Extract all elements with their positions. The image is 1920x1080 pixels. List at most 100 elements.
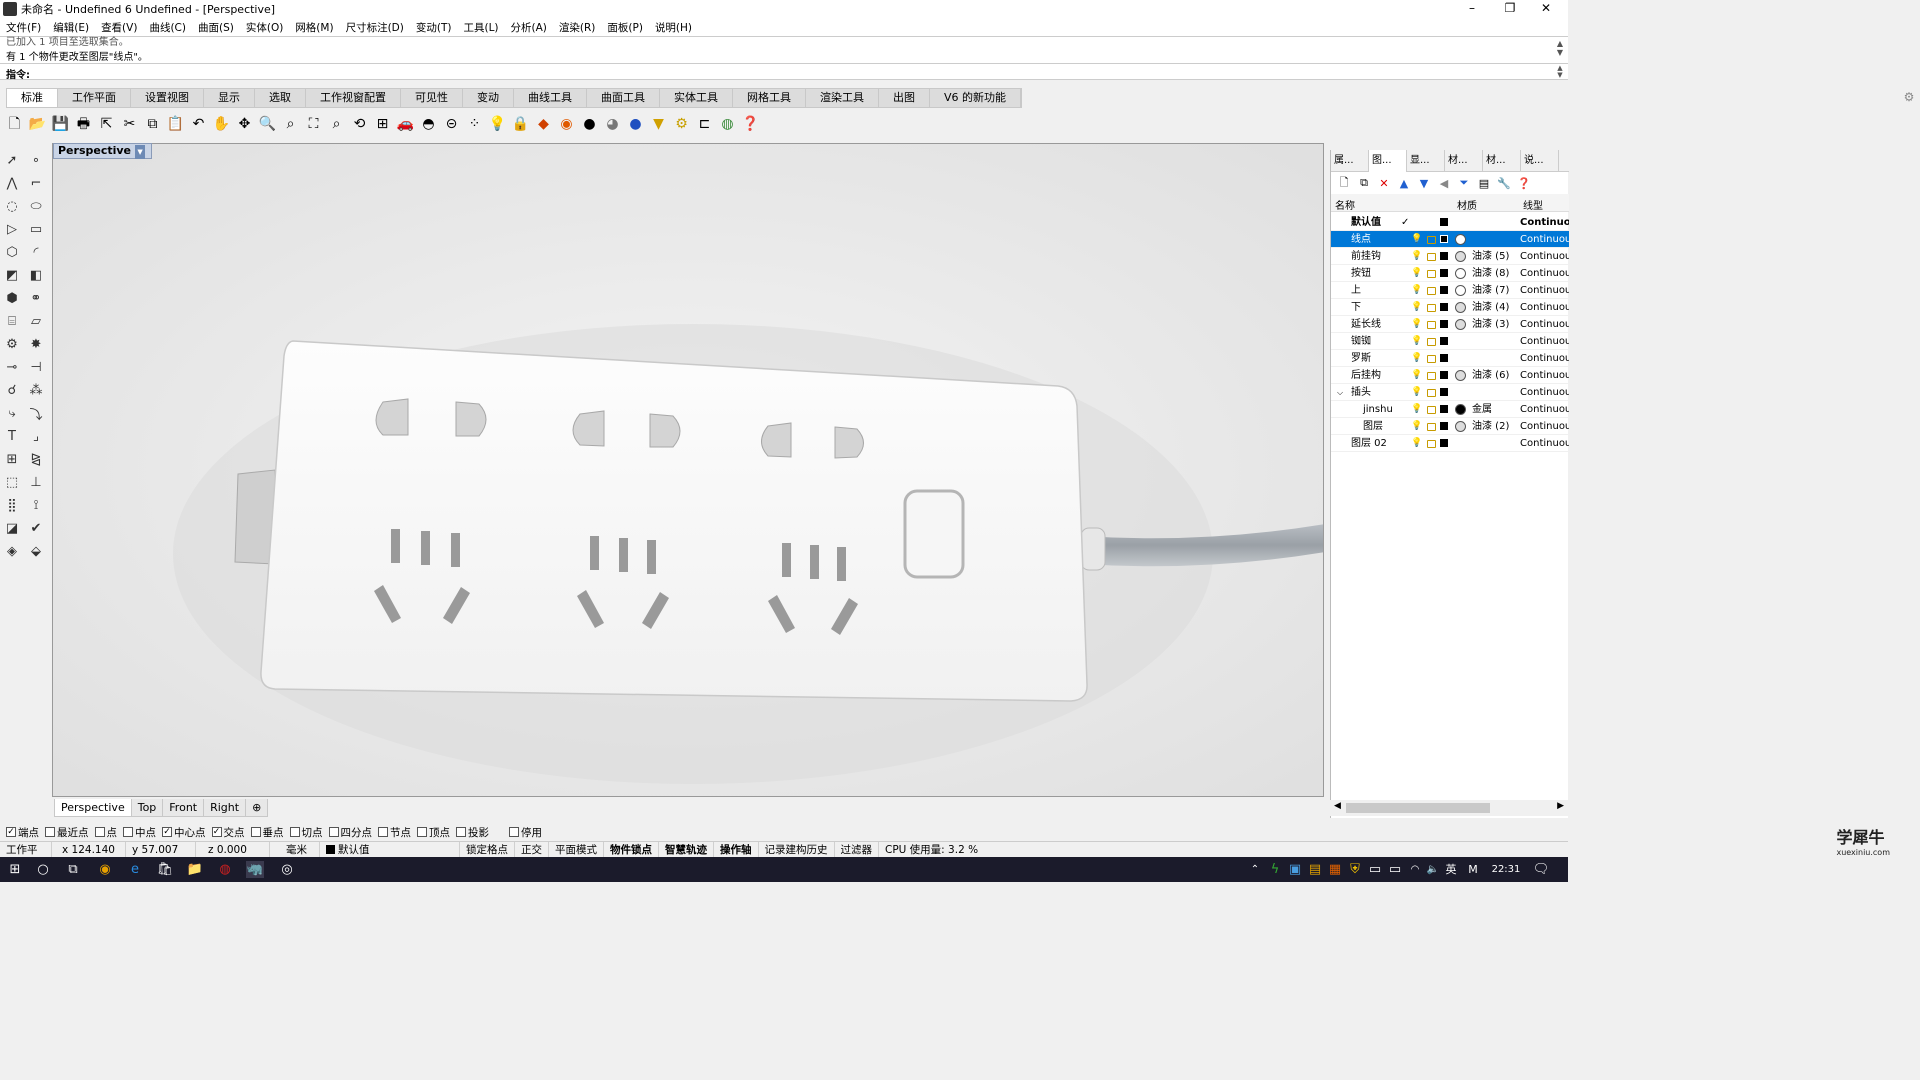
measure-icon[interactable]: ⊥ — [26, 472, 46, 492]
scroll-right-icon[interactable]: ▶ — [1557, 801, 1564, 811]
toggle-filter[interactable]: 过滤器 — [835, 841, 879, 858]
tab-top[interactable]: Top — [130, 799, 164, 817]
zoom-selected-icon[interactable]: ⌕ — [326, 114, 347, 135]
check-icon[interactable]: ✔ — [26, 518, 46, 538]
new-sublayer-icon[interactable]: ⧉ — [1355, 176, 1373, 190]
checkbox[interactable] — [509, 827, 519, 837]
osnap-toggle[interactable]: 垂点 — [250, 825, 284, 840]
layer-row[interactable]: 图层 02 💡 Continuous — [1331, 435, 1569, 452]
light-bulb-icon[interactable]: 💡 — [1411, 316, 1422, 333]
menu-render[interactable]: 渲染(R) — [559, 20, 596, 35]
polygon-icon[interactable]: ⬡ — [2, 242, 22, 262]
help-icon[interactable]: ❓ — [740, 114, 761, 135]
panel-horizontal-scrollbar[interactable]: ◀ ▶ — [1330, 800, 1568, 816]
checkbox[interactable] — [289, 827, 300, 837]
menu-solid[interactable]: 实体(O) — [246, 20, 283, 35]
osnap-toggle[interactable]: 节点 — [378, 825, 411, 840]
osnap-toggle[interactable]: ✓ 端点 — [6, 825, 39, 840]
task-view-icon[interactable]: ⧉ — [64, 861, 82, 878]
osnap-toggle[interactable]: 停用 — [509, 825, 542, 840]
join-icon[interactable]: ☌ — [2, 380, 22, 400]
material-sphere-icon[interactable] — [1455, 319, 1466, 330]
gear-icon[interactable]: ⚙ — [1902, 90, 1916, 104]
render-mesh-icon[interactable]: ◈ — [2, 541, 22, 561]
ime-language[interactable]: 英 — [1442, 861, 1460, 878]
maximize-button[interactable]: ❐ — [1492, 0, 1528, 18]
tray-security-icon[interactable]: ⛨ — [1346, 861, 1364, 878]
filter-icon[interactable]: ⏷ — [1455, 176, 1473, 190]
tray-wifi-icon[interactable]: ◠ — [1406, 861, 1424, 878]
layer-color-swatch[interactable] — [1440, 422, 1448, 430]
tab-perspective[interactable]: Perspective — [54, 799, 132, 817]
lock-icon[interactable] — [1427, 389, 1436, 397]
menu-help[interactable]: 说明(H) — [655, 20, 692, 35]
light-bulb-icon[interactable]: 💡 — [1411, 384, 1422, 401]
layer-row[interactable]: 铷铷 💡 Continuous — [1331, 333, 1569, 350]
tab-visibility[interactable]: 可见性 — [401, 89, 463, 107]
light-bulb-icon[interactable]: 💡 — [1411, 265, 1422, 282]
move-view-icon[interactable]: ✥ — [234, 114, 255, 135]
layer-row[interactable]: 图层 💡 油漆 (2) Continuous — [1331, 418, 1569, 435]
layer-color-swatch[interactable] — [1440, 269, 1448, 277]
checkbox[interactable] — [45, 827, 55, 837]
trim-icon[interactable]: ⊸ — [2, 357, 22, 377]
move-up-icon[interactable]: ▲ — [1395, 177, 1413, 190]
explode-icon[interactable]: ✸ — [26, 334, 46, 354]
tools-icon[interactable]: 🔧 — [1495, 177, 1513, 190]
shaded-sphere-icon[interactable]: ● — [579, 114, 600, 135]
checkbox[interactable] — [250, 827, 261, 837]
cplane-icon[interactable]: ⊝ — [441, 114, 462, 135]
material-sphere-icon[interactable] — [1455, 404, 1466, 415]
layer-row[interactable]: jinshu 💡 金属 Continuous — [1331, 401, 1569, 418]
light-bulb-icon[interactable]: 💡 — [1411, 248, 1422, 265]
layer-row[interactable]: 线点 💡 Continuous — [1331, 231, 1569, 248]
spotlight-icon[interactable]: ▼ — [648, 114, 669, 135]
lock-icon[interactable] — [1427, 355, 1436, 363]
tab-set-view[interactable]: 设置视图 — [131, 89, 204, 107]
toggle-gumball[interactable]: 操作轴 — [714, 841, 759, 858]
app-red-icon[interactable]: ◍ — [216, 861, 234, 878]
point-icon[interactable]: ∘ — [26, 150, 46, 170]
toggle-smarttrack[interactable]: 智慧轨迹 — [659, 841, 714, 858]
file-explorer-icon[interactable]: 📁 — [186, 861, 204, 878]
layer-color-swatch[interactable] — [1440, 354, 1448, 362]
tray-app-icon[interactable]: ϟ — [1266, 861, 1284, 878]
material-sphere-icon[interactable]: ● — [625, 114, 646, 135]
panel-tab-layers[interactable]: 图... — [1369, 150, 1407, 172]
tray-display-icon[interactable]: ▭ — [1386, 861, 1404, 878]
checkbox[interactable] — [328, 827, 339, 837]
move-left-icon[interactable]: ◀ — [1435, 177, 1453, 190]
cylinder-icon[interactable]: ⌸ — [2, 311, 22, 331]
light-bulb-icon[interactable]: 💡 — [487, 114, 508, 135]
ellipse-icon[interactable]: ⬭ — [26, 196, 46, 216]
material-sphere-icon[interactable] — [1455, 302, 1466, 313]
ime-mode-icon[interactable]: M — [1464, 861, 1482, 878]
layer-color-swatch[interactable] — [1440, 235, 1448, 243]
layer-row-default[interactable]: 默认值 ✓ Continuous — [1331, 214, 1569, 231]
material-sphere-icon[interactable] — [1455, 234, 1466, 245]
checkbox[interactable] — [417, 827, 427, 837]
tray-shield-icon[interactable]: ▣ — [1286, 861, 1304, 878]
osnap-toggle[interactable]: ✓ 交点 — [211, 825, 245, 840]
tab-viewport-layout[interactable]: 工作视窗配置 — [306, 89, 401, 107]
select-points-icon[interactable]: ⁘ — [464, 114, 485, 135]
light-bulb-icon[interactable]: 💡 — [1411, 401, 1422, 418]
boolean-icon[interactable]: ⚭ — [26, 288, 46, 308]
osnap-toggle[interactable]: 四分点 — [328, 825, 372, 840]
menu-dimension[interactable]: 尺寸标注(D) — [346, 20, 404, 35]
close-button[interactable]: ✕ — [1528, 0, 1564, 18]
light-bulb-icon[interactable]: 💡 — [1411, 418, 1422, 435]
tab-front[interactable]: Front — [162, 799, 205, 817]
light-bulb-icon[interactable]: 💡 — [1411, 282, 1422, 299]
tray-box-icon[interactable]: ▦ — [1326, 861, 1344, 878]
panel-tab-help[interactable]: 说... — [1521, 150, 1559, 172]
lock-icon[interactable] — [1427, 423, 1436, 431]
zoom-extents-icon[interactable]: ⛶ — [303, 114, 324, 135]
lock-icon[interactable] — [1427, 440, 1436, 448]
circle-icon[interactable]: ◌ — [2, 196, 22, 216]
tab-transform[interactable]: 变动 — [463, 89, 514, 107]
layer-color-swatch[interactable] — [1440, 337, 1448, 345]
chrome-icon[interactable]: ◉ — [96, 861, 114, 878]
osnap-toggle[interactable]: 点 — [94, 825, 117, 840]
offset-icon[interactable]: ⤵ — [26, 403, 46, 423]
